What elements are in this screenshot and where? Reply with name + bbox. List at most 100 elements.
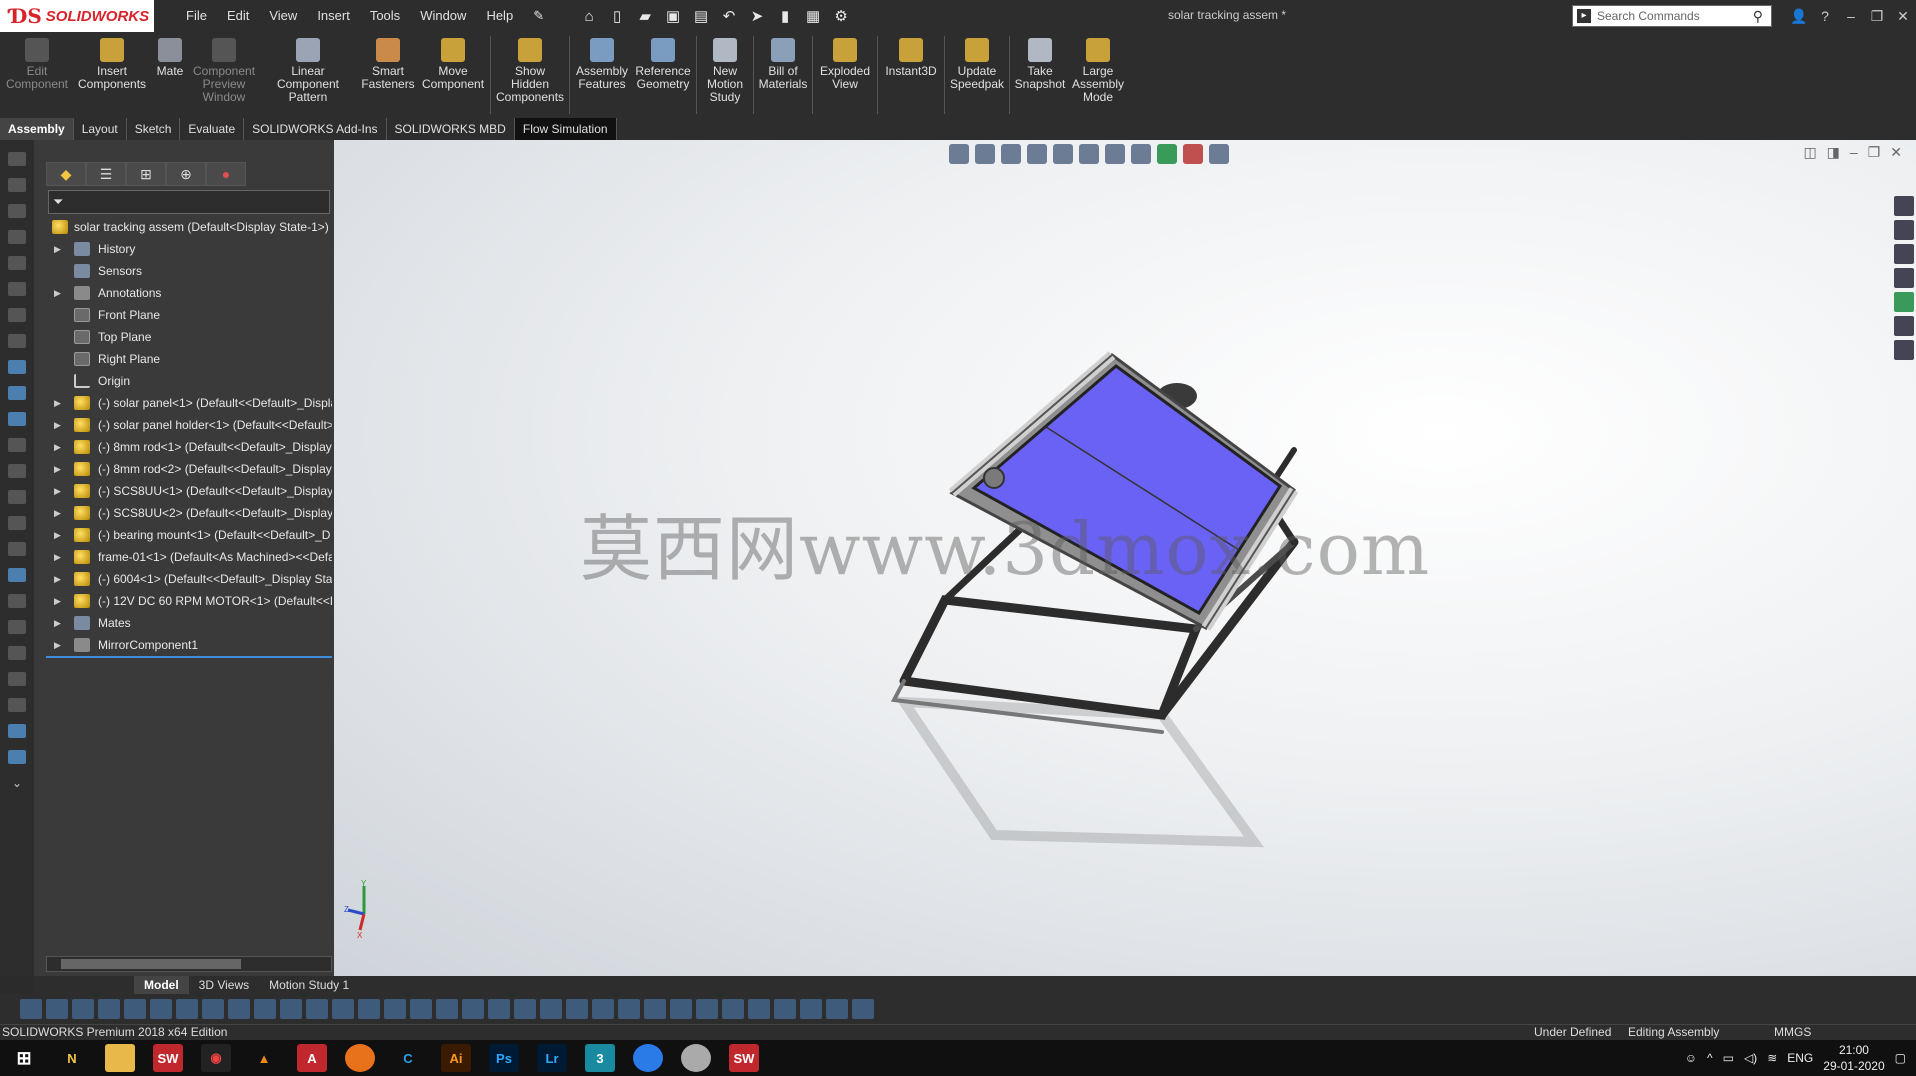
filter-tool-icon[interactable] [488, 999, 510, 1019]
filter-tool-icon[interactable] [826, 999, 848, 1019]
tree-item-solar-panel[interactable]: ▶ (-) solar panel<1> (Default<<Default>_D… [48, 392, 332, 414]
filter-icon[interactable]: ⏷ [53, 194, 63, 210]
acrobat-icon[interactable]: A [297, 1044, 327, 1072]
expand-arrow-icon[interactable]: ▶ [54, 414, 64, 436]
update-speedpak-button[interactable]: Update Speedpak [947, 32, 1007, 118]
filter-tool-icon[interactable] [280, 999, 302, 1019]
notifications-icon[interactable]: ▢ [1895, 1051, 1906, 1065]
tree-item-scs8uu-1[interactable]: ▶ (-) SCS8UU<1> (Default<<Default>_Displa… [48, 480, 332, 502]
reference-triad[interactable]: Y Z X [344, 880, 384, 940]
solidworks-active-taskbar-icon[interactable]: SW [729, 1044, 759, 1072]
custom-properties-icon[interactable] [1894, 316, 1914, 336]
options-gear-icon[interactable]: ⚙ [828, 5, 854, 27]
filter-tool-icon[interactable] [20, 999, 42, 1019]
forum-icon[interactable] [1894, 340, 1914, 360]
expand-arrow-icon[interactable]: ▶ [54, 502, 64, 524]
filter-tool-icon[interactable] [72, 999, 94, 1019]
norton-icon[interactable]: N [57, 1044, 87, 1072]
sketch-tool-icon[interactable] [8, 282, 26, 296]
tab-solidworks-add-ins[interactable]: SOLIDWORKS Add-Ins [244, 118, 387, 140]
tree-item-8mm-rod-1[interactable]: ▶ (-) 8mm rod<1> (Default<<Default>_Displ… [48, 436, 332, 458]
graphics-area[interactable]: ◫ ◨ – ❐ ✕ 莫西网www.3dmox.com Y Z X [334, 140, 1916, 976]
tree-item-bearing-mount[interactable]: ▶ (-) bearing mount<1> (Default<<Default>… [48, 524, 332, 546]
file-explorer-taskbar-icon[interactable] [105, 1044, 135, 1072]
display-manager-tab-icon[interactable]: ● [206, 162, 246, 186]
firefox-icon[interactable] [345, 1044, 375, 1072]
rollback-bar[interactable] [46, 656, 332, 658]
mate-button[interactable]: Mate [150, 32, 190, 118]
sketch-tool-icon[interactable] [8, 568, 26, 582]
filter-tool-icon[interactable] [852, 999, 874, 1019]
save-icon[interactable]: ▣ [660, 5, 686, 27]
menu-view[interactable]: View [259, 8, 307, 24]
appearances-icon[interactable] [1894, 292, 1914, 312]
expand-arrow-icon[interactable]: ▶ [54, 590, 64, 612]
menu-help[interactable]: Help [476, 8, 523, 24]
new-motion-study-button[interactable]: New Motion Study [699, 32, 751, 118]
tab-sketch[interactable]: Sketch [127, 118, 181, 140]
take-snapshot-button[interactable]: Take Snapshot [1012, 32, 1068, 118]
exploded-view-button[interactable]: Exploded View [815, 32, 875, 118]
illustrator-icon[interactable]: Ai [441, 1044, 471, 1072]
filter-tool-icon[interactable] [566, 999, 588, 1019]
large-assembly-mode-button[interactable]: Large Assembly Mode [1068, 32, 1128, 118]
filter-tool-icon[interactable] [774, 999, 796, 1019]
language-indicator[interactable]: ENG [1787, 1051, 1813, 1065]
help-icon[interactable]: ? [1812, 8, 1838, 24]
assembly-features-button[interactable]: Assembly Features [572, 32, 632, 118]
volume-icon[interactable]: ◁) [1744, 1051, 1757, 1065]
sketch-tool-icon[interactable] [8, 438, 26, 452]
tree-item-sensors[interactable]: Sensors [48, 260, 332, 282]
expand-arrow-icon[interactable]: ▶ [54, 568, 64, 590]
tree-item-right-plane[interactable]: Right Plane [48, 348, 332, 370]
filter-tool-icon[interactable] [644, 999, 666, 1019]
sketch-tool-icon[interactable] [8, 178, 26, 192]
new-document-icon[interactable]: ▯ [604, 5, 630, 27]
select-icon[interactable]: ➤ [744, 5, 770, 27]
filter-tool-icon[interactable] [618, 999, 640, 1019]
expand-arrow-icon[interactable]: ▶ [54, 546, 64, 568]
cloud-app-icon[interactable] [681, 1044, 711, 1072]
unit-system-selector[interactable]: MMGS [1774, 1025, 1811, 1040]
dimxpert-tab-icon[interactable]: ⊕ [166, 162, 206, 186]
edit-component-button[interactable]: Edit Component [0, 32, 74, 118]
tree-item-scs8uu-2[interactable]: ▶ (-) SCS8UU<2> (Default<<Default>_Displa… [48, 502, 332, 524]
menu-insert[interactable]: Insert [307, 8, 360, 24]
sketch-tool-icon[interactable] [8, 152, 26, 166]
property-manager-tab-icon[interactable]: ☰ [86, 162, 126, 186]
expand-arrow-icon[interactable]: ▶ [54, 634, 64, 656]
search-commands-input[interactable]: ▸ Search Commands ⚲ [1572, 5, 1772, 27]
menu-tools[interactable]: Tools [360, 8, 410, 24]
tree-item-annotations[interactable]: ▶ Annotations [48, 282, 332, 304]
sketch-tool-icon[interactable] [8, 698, 26, 712]
tree-item-6004[interactable]: ▶ (-) 6004<1> (Default<<Default>_Display … [48, 568, 332, 590]
pin-icon[interactable]: ✎ [523, 8, 554, 24]
filter-tool-icon[interactable] [748, 999, 770, 1019]
filter-tool-icon[interactable] [592, 999, 614, 1019]
filter-tool-icon[interactable] [46, 999, 68, 1019]
minimize-icon[interactable]: – [1838, 8, 1864, 24]
filter-tool-icon[interactable] [540, 999, 562, 1019]
filter-tool-icon[interactable] [670, 999, 692, 1019]
filter-tool-icon[interactable] [462, 999, 484, 1019]
lightroom-icon[interactable]: Lr [537, 1044, 567, 1072]
tree-item-frame-01[interactable]: ▶ frame-01<1> (Default<As Machined><<Defa [48, 546, 332, 568]
filter-tool-icon[interactable] [254, 999, 276, 1019]
wifi-icon[interactable]: ≋ [1767, 1051, 1777, 1065]
tree-item-front-plane[interactable]: Front Plane [48, 304, 332, 326]
print-icon[interactable]: ▤ [688, 5, 714, 27]
sketch-tool-icon[interactable] [8, 204, 26, 218]
tab-solidworks-mbd[interactable]: SOLIDWORKS MBD [387, 118, 515, 140]
filter-tool-icon[interactable] [306, 999, 328, 1019]
tab-flow-simulation[interactable]: Flow Simulation [514, 118, 617, 140]
tab-assembly[interactable]: Assembly [0, 118, 74, 140]
tree-item-origin[interactable]: Origin [48, 370, 332, 392]
menu-file[interactable]: File [176, 8, 217, 24]
filter-tool-icon[interactable] [98, 999, 120, 1019]
filter-tool-icon[interactable] [722, 999, 744, 1019]
file-explorer-icon[interactable] [1894, 244, 1914, 264]
horizontal-scrollbar[interactable] [46, 956, 332, 972]
filter-tool-icon[interactable] [514, 999, 536, 1019]
close-icon[interactable]: ✕ [1890, 8, 1916, 25]
people-icon[interactable]: ☺ [1685, 1051, 1697, 1065]
